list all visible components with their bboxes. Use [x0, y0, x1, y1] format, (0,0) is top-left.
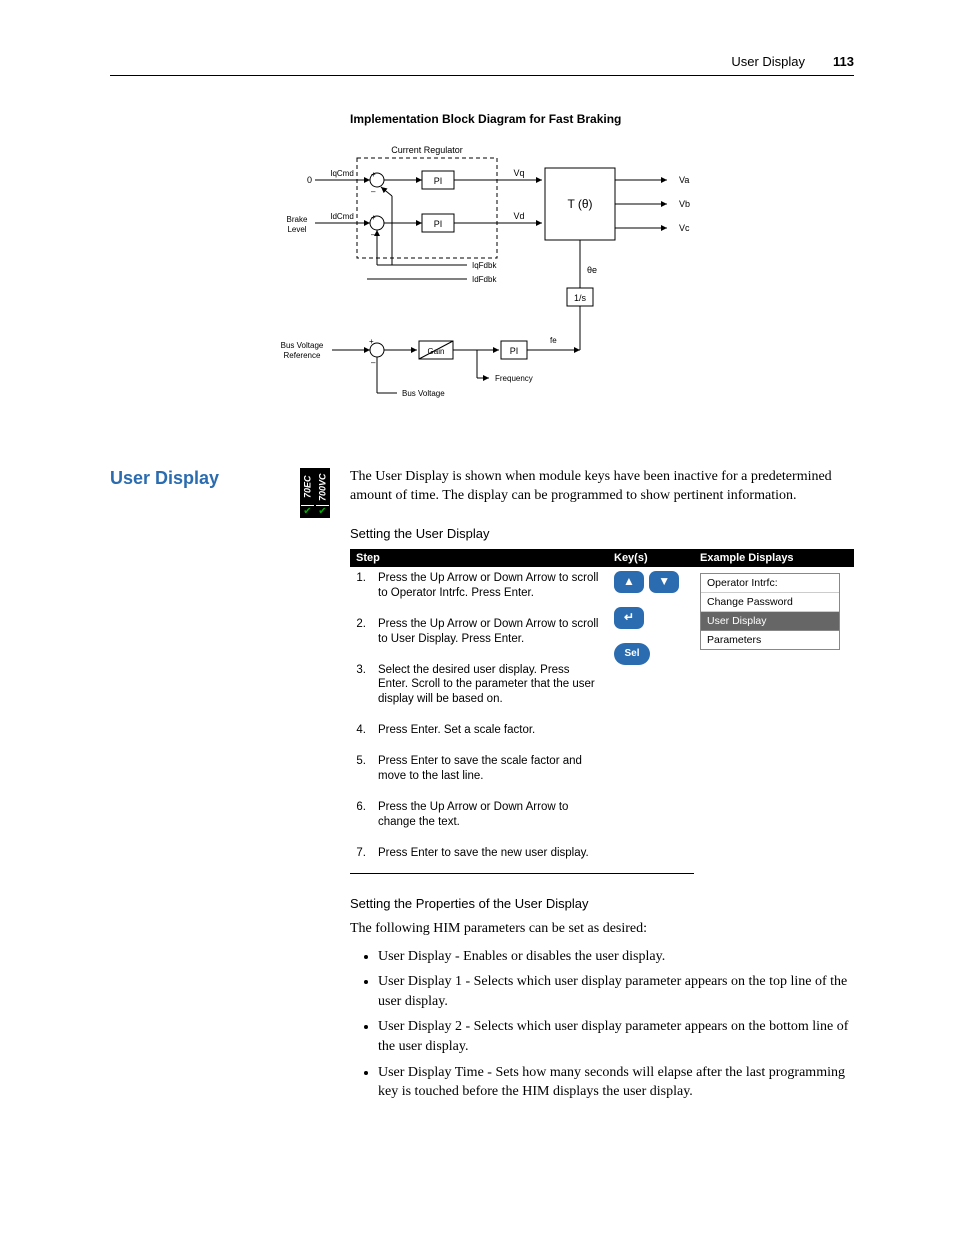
down-arrow-key[interactable]: ▼ — [649, 571, 679, 593]
svg-text:PI: PI — [510, 346, 519, 356]
step-text: Press Enter to save the scale factor and… — [372, 750, 608, 796]
sel-key[interactable]: Sel — [614, 643, 650, 665]
example-display: Operator Intrfc: Change Password User Di… — [700, 573, 840, 651]
svg-text:–: – — [371, 187, 376, 196]
badge-70ec: 70EC — [301, 469, 314, 505]
svg-text:Current Regulator: Current Regulator — [391, 145, 463, 155]
svg-text:Va: Va — [679, 175, 689, 185]
step-text: Press Enter to save the new user display… — [372, 842, 608, 873]
svg-text:–: – — [371, 358, 376, 367]
col-step: Step — [350, 549, 608, 567]
svg-text:Vq: Vq — [513, 168, 524, 178]
enter-key[interactable]: ↵ — [614, 607, 644, 629]
svg-text:PI: PI — [434, 219, 443, 229]
subheading: Setting the User Display — [350, 526, 854, 541]
step-text: Press the Up Arrow or Down Arrow to scro… — [372, 613, 608, 659]
step-text: Press the Up Arrow or Down Arrow to chan… — [372, 796, 608, 842]
step-number: 4. — [350, 719, 372, 750]
display-row-selected: User Display — [701, 612, 839, 631]
svg-text:+: + — [371, 170, 376, 179]
svg-text:1/s: 1/s — [574, 293, 587, 303]
svg-text:Bus Voltage: Bus Voltage — [402, 389, 445, 398]
section-heading: User Display — [110, 468, 219, 489]
intro-text: The User Display is shown when module ke… — [350, 468, 854, 506]
step-text: Select the desired user display. Press E… — [372, 659, 608, 720]
list-item: User Display Time - Sets how many second… — [378, 1063, 854, 1102]
svg-text:IdFdbk: IdFdbk — [472, 275, 497, 284]
step-number: 6. — [350, 796, 372, 842]
svg-text:Bus Voltage: Bus Voltage — [281, 341, 324, 350]
step-number: 7. — [350, 842, 372, 873]
step-number: 3. — [350, 659, 372, 720]
step-text: Press Enter. Set a scale factor. — [372, 719, 608, 750]
step-number: 1. — [350, 567, 372, 613]
svg-text:0: 0 — [307, 175, 312, 185]
props-heading: Setting the Properties of the User Displ… — [350, 896, 854, 911]
svg-text:fe: fe — [550, 336, 557, 345]
list-item: User Display 2 - Selects which user disp… — [378, 1017, 854, 1056]
svg-text:Brake: Brake — [287, 215, 308, 224]
props-intro: The following HIM parameters can be set … — [350, 919, 854, 939]
display-row: Change Password — [701, 593, 839, 612]
page-header: User Display 113 — [110, 54, 854, 76]
col-keys: Key(s) — [608, 549, 694, 567]
svg-text:+: + — [371, 213, 376, 222]
list-item: User Display - Enables or disables the u… — [378, 947, 854, 967]
check-icon: ✔ — [316, 505, 329, 517]
svg-text:PI: PI — [434, 176, 443, 186]
step-number: 2. — [350, 613, 372, 659]
steps-table: Step Key(s) Example Displays 1. Press th… — [350, 549, 854, 874]
svg-text:θe: θe — [587, 265, 597, 275]
svg-text:IdCmd: IdCmd — [330, 212, 354, 221]
svg-text:–: – — [371, 230, 376, 239]
display-row: Parameters — [701, 631, 839, 649]
svg-text:Reference: Reference — [284, 351, 321, 360]
header-title: User Display — [731, 54, 805, 69]
svg-text:IqCmd: IqCmd — [330, 169, 354, 178]
svg-text:IqFdbk: IqFdbk — [472, 261, 497, 270]
figure-caption: Implementation Block Diagram for Fast Br… — [350, 112, 854, 126]
svg-text:Level: Level — [287, 225, 306, 234]
block-diagram: Current Regulator + – PI + – PI 0 IqCmd … — [110, 138, 854, 428]
svg-text:Gain: Gain — [428, 347, 445, 356]
display-title: Operator Intrfc: — [701, 574, 839, 593]
svg-text:T (θ): T (θ) — [567, 197, 592, 211]
props-list: User Display - Enables or disables the u… — [350, 947, 854, 1102]
badge-700vc: 700VC — [316, 469, 329, 505]
svg-text:+: + — [369, 337, 374, 346]
header-page-number: 113 — [833, 54, 854, 69]
svg-text:Vd: Vd — [513, 211, 524, 221]
svg-text:Vb: Vb — [679, 199, 690, 209]
step-number: 5. — [350, 750, 372, 796]
col-example: Example Displays — [694, 549, 854, 567]
up-arrow-key[interactable]: ▲ — [614, 571, 644, 593]
list-item: User Display 1 - Selects which user disp… — [378, 972, 854, 1011]
svg-text:Vc: Vc — [679, 223, 690, 233]
step-text: Press the Up Arrow or Down Arrow to scro… — [372, 567, 608, 613]
model-badges: 70EC ✔ 700VC ✔ — [300, 468, 330, 518]
svg-text:Frequency: Frequency — [495, 374, 533, 383]
check-icon: ✔ — [301, 505, 314, 517]
